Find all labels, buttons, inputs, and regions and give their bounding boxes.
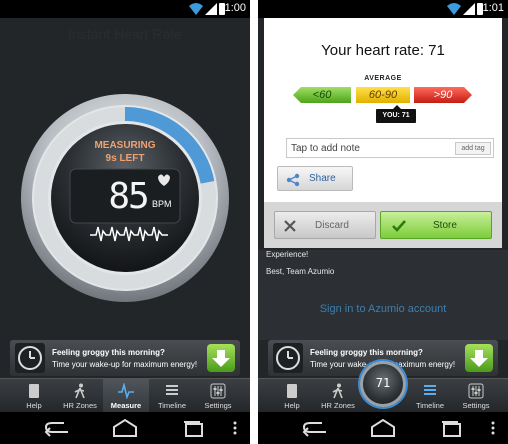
home-icon[interactable] bbox=[368, 418, 398, 438]
share-label: Share bbox=[309, 173, 336, 184]
scale-mid: 60-90 bbox=[356, 87, 410, 103]
time-left-label: 9s LEFT bbox=[105, 153, 145, 164]
note-placeholder: Tap to add note bbox=[291, 143, 360, 154]
system-nav-bar bbox=[258, 412, 508, 444]
ad-headline: Feeling groggy this morning? bbox=[52, 348, 165, 357]
checkmark-icon bbox=[392, 220, 406, 232]
walking-person-icon bbox=[332, 383, 343, 399]
status-bar: 1:00 bbox=[0, 0, 250, 18]
discard-label: Discard bbox=[315, 220, 349, 231]
wifi-icon bbox=[447, 3, 461, 15]
overflow-menu-icon[interactable] bbox=[488, 418, 498, 438]
download-arrow-icon[interactable] bbox=[207, 344, 235, 372]
tab-label: HR Zones bbox=[63, 401, 97, 410]
store-label: Store bbox=[433, 220, 457, 231]
share-button[interactable]: Share bbox=[277, 166, 353, 191]
pulse-wave-icon bbox=[118, 383, 134, 399]
list-icon bbox=[166, 385, 178, 395]
note-input[interactable]: Tap to add note add tag bbox=[286, 138, 494, 158]
scale-low: <60 bbox=[293, 87, 351, 103]
bottom-tab-bar: Help HR Zones Measure Timeline Settings bbox=[0, 378, 250, 413]
back-icon[interactable] bbox=[300, 418, 330, 438]
sign-in-link[interactable]: Sign in to Azumio account bbox=[258, 303, 508, 315]
tab-label: Timeline bbox=[415, 401, 445, 410]
measure-gauge-button[interactable]: 71 bbox=[360, 361, 406, 407]
scale-high: >90 bbox=[414, 87, 472, 103]
tab-measure[interactable]: Measure bbox=[103, 379, 149, 413]
walking-person-icon bbox=[74, 383, 85, 399]
share-icon bbox=[286, 173, 300, 187]
background-signature: Best, Team Azumio bbox=[266, 267, 335, 276]
close-icon bbox=[284, 220, 296, 232]
background-message: Experience! Best, Team Azumio Sign in to… bbox=[258, 250, 508, 340]
tab-timeline[interactable]: Timeline bbox=[407, 379, 453, 413]
help-book-icon bbox=[29, 384, 39, 398]
measuring-label: MEASURING bbox=[94, 140, 156, 151]
heart-rate-result-dialog: Your heart rate: 71 AVERAGE <60 60-90 >9… bbox=[264, 18, 502, 248]
recent-apps-icon[interactable] bbox=[178, 418, 208, 438]
status-bar: 1:01 bbox=[258, 0, 508, 18]
discard-button[interactable]: Discard bbox=[274, 211, 376, 239]
result-screen: 1:01 Experience! Best, Team Azumio Sign … bbox=[258, 0, 508, 444]
tab-label: Timeline bbox=[157, 401, 187, 410]
recent-apps-icon[interactable] bbox=[436, 418, 466, 438]
store-button[interactable]: Store bbox=[380, 211, 492, 239]
background-line: Experience! bbox=[266, 250, 309, 259]
tab-label: Measure bbox=[110, 401, 142, 410]
dialog-title: Your heart rate: 71 bbox=[321, 42, 445, 59]
dialog-footer: Discard Store bbox=[264, 202, 502, 248]
mini-gauge-value: 71 bbox=[375, 376, 391, 390]
tab-settings[interactable]: Settings bbox=[453, 379, 499, 413]
list-icon bbox=[424, 385, 436, 395]
back-icon[interactable] bbox=[42, 418, 72, 438]
home-icon[interactable] bbox=[110, 418, 140, 438]
sliders-icon bbox=[210, 383, 226, 399]
clock-icon bbox=[15, 343, 45, 373]
measuring-status: MEASURING 9s LEFT bbox=[55, 139, 195, 165]
tab-settings[interactable]: Settings bbox=[195, 379, 241, 413]
you-marker: YOU: 71 bbox=[376, 105, 416, 123]
tab-hr-zones[interactable]: HR Zones bbox=[57, 379, 103, 413]
wifi-icon bbox=[189, 3, 203, 15]
tab-help[interactable]: Help bbox=[269, 379, 315, 413]
tab-label: HR Zones bbox=[321, 401, 355, 410]
status-time: 1:00 bbox=[224, 2, 246, 14]
add-tag-button[interactable]: add tag bbox=[455, 142, 491, 155]
sliders-icon bbox=[468, 383, 484, 399]
tab-timeline[interactable]: Timeline bbox=[149, 379, 195, 413]
tab-label: Settings bbox=[204, 401, 232, 410]
download-arrow-icon[interactable] bbox=[465, 344, 493, 372]
bpm-unit: BPM bbox=[152, 199, 172, 209]
overflow-menu-icon[interactable] bbox=[230, 418, 240, 438]
ad-subline: Time your wake-up for maximum energy! bbox=[52, 360, 198, 369]
ad-headline: Feeling groggy this morning? bbox=[310, 348, 423, 357]
status-time: 1:01 bbox=[482, 2, 504, 14]
bpm-readout: 85 bbox=[108, 176, 149, 217]
signal-icon bbox=[463, 3, 475, 15]
measure-screen: 1:00 Instant Heart Rate MEASURING 9s LEF… bbox=[0, 0, 250, 444]
tab-hr-zones[interactable]: HR Zones bbox=[315, 379, 361, 413]
system-nav-bar bbox=[0, 412, 250, 444]
help-book-icon bbox=[287, 384, 297, 398]
average-label: AVERAGE bbox=[364, 75, 402, 82]
clock-icon bbox=[273, 343, 303, 373]
tab-label: Settings bbox=[462, 401, 490, 410]
app-title: Instant Heart Rate bbox=[68, 26, 182, 42]
tab-help[interactable]: Help bbox=[11, 379, 57, 413]
signal-icon bbox=[205, 3, 217, 15]
ad-banner[interactable]: Feeling groggy this morning? Time your w… bbox=[10, 340, 240, 376]
tab-label: Help bbox=[26, 401, 42, 410]
tab-label: Help bbox=[284, 401, 300, 410]
